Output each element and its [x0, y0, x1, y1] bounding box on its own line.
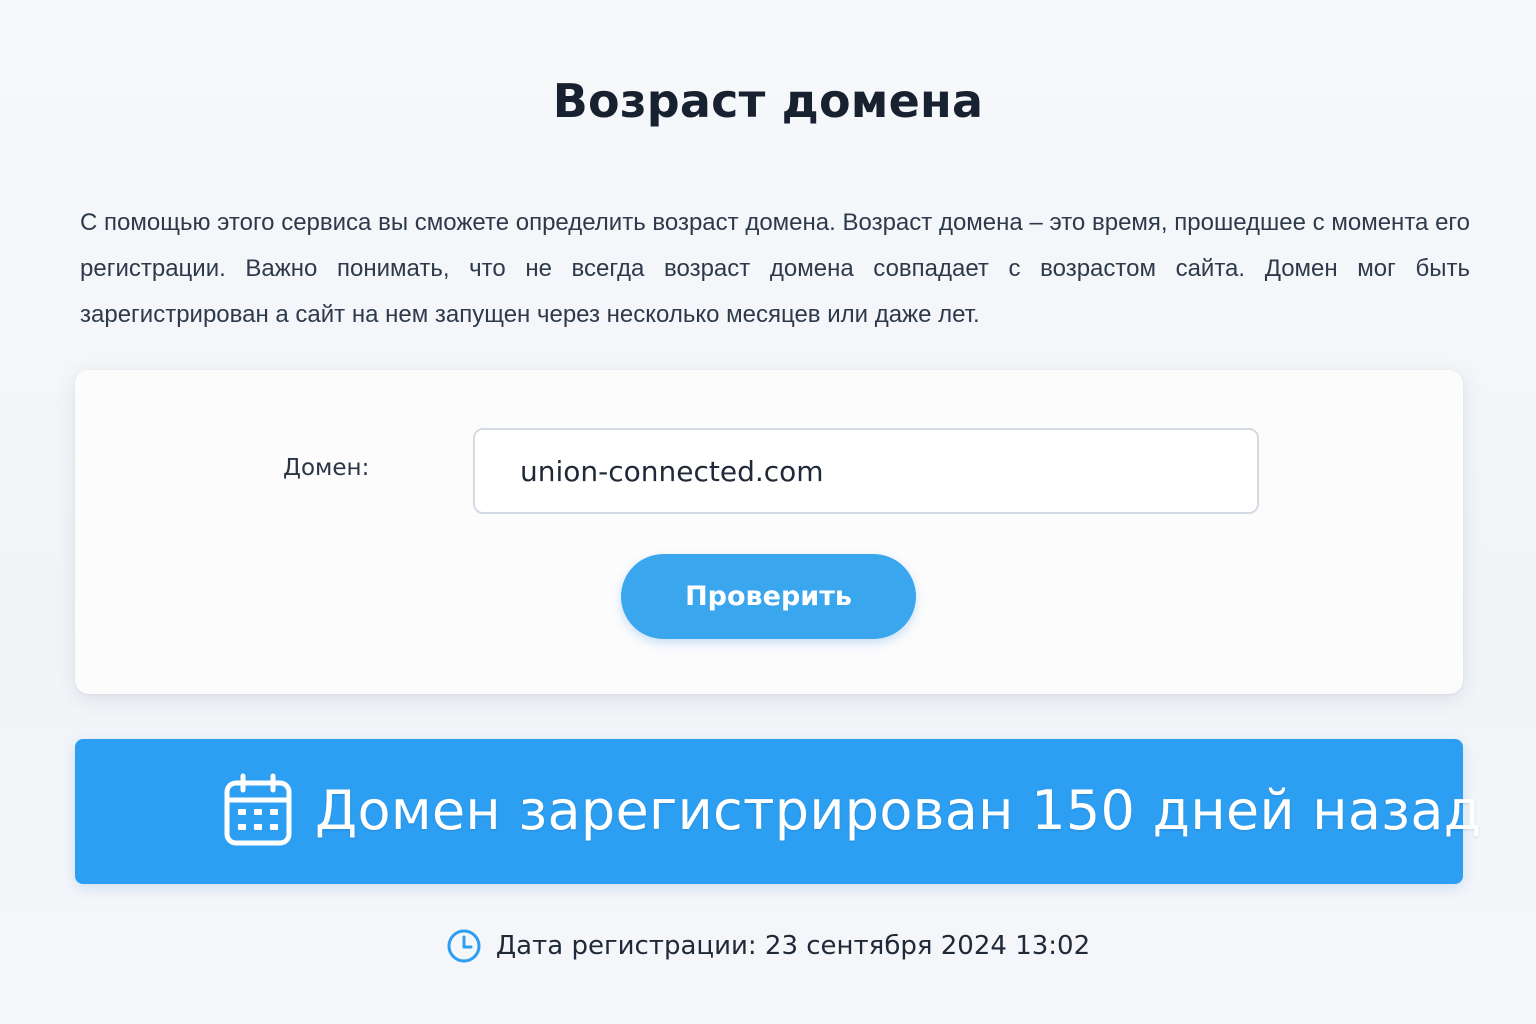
clock-icon — [447, 929, 481, 963]
result-text: Домен зарегистрирован 150 дней назад — [315, 779, 1482, 842]
check-button[interactable]: Проверить — [621, 554, 916, 639]
page-description: С помощью этого сервиса вы сможете опред… — [80, 209, 1470, 328]
domain-check-form: Домен: Проверить — [75, 370, 1463, 694]
calendar-icon — [224, 773, 292, 846]
registration-date-text: Дата регистрации: 23 сентября 2024 13:02 — [495, 931, 1091, 961]
domain-input[interactable] — [473, 428, 1259, 514]
result-banner: Домен зарегистрирован 150 дней назад — [75, 739, 1481, 884]
page-title: Возраст домена — [552, 74, 984, 128]
domain-label: Домен: — [283, 455, 370, 481]
registration-date: Дата регистрации: 23 сентября 2024 13:02 — [0, 928, 1536, 964]
